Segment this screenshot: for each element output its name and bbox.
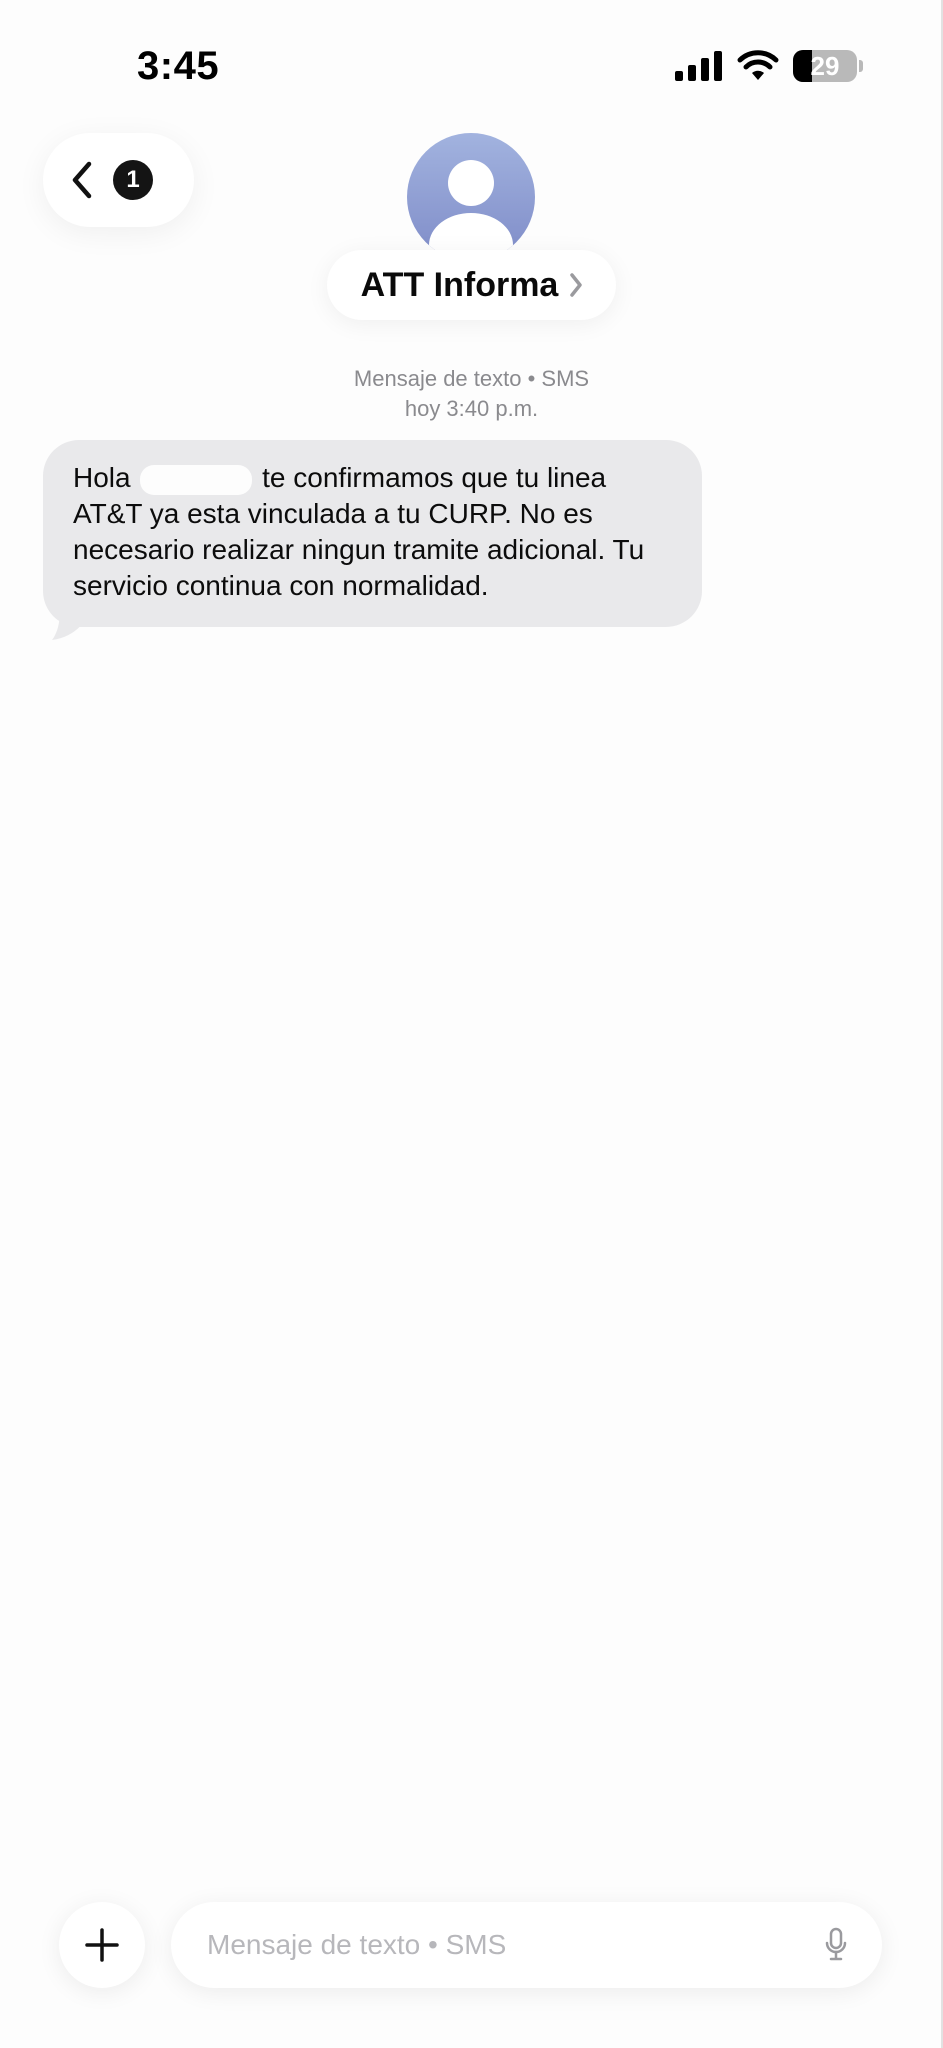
incoming-message-bubble[interactable]: Hola te confirmamos que tu linea AT&T ya… — [43, 440, 702, 627]
message-text: Hola te confirmamos que tu linea AT&T ya… — [73, 460, 672, 604]
message-composer[interactable] — [171, 1902, 882, 1988]
bubble-tail — [52, 608, 84, 640]
contact-avatar[interactable] — [407, 133, 535, 261]
cellular-signal-icon — [675, 51, 722, 81]
plus-icon — [85, 1928, 119, 1962]
microphone-icon[interactable] — [824, 1927, 848, 1963]
message-input[interactable] — [205, 1928, 824, 1962]
contact-avatar-icon — [429, 160, 513, 261]
messages-screen: 3:45 29 1 ATT Informa Mensaje de texto •… — [0, 0, 943, 2048]
add-attachment-button[interactable] — [59, 1902, 145, 1988]
status-icons: 29 — [675, 50, 863, 82]
message-text-start: Hola — [73, 462, 131, 493]
battery-cap — [859, 60, 863, 72]
message-timestamp: hoy 3:40 p.m. — [404, 396, 539, 421]
service-label: Mensaje de texto • SMS — [353, 366, 590, 391]
status-time: 3:45 — [137, 44, 220, 88]
back-button[interactable]: 1 — [43, 133, 194, 227]
battery-icon: 29 — [793, 50, 857, 82]
redaction-scribble — [140, 464, 253, 495]
unread-count-badge: 1 — [113, 160, 153, 200]
wifi-icon — [737, 50, 779, 80]
battery-level: 29 — [810, 51, 840, 81]
contact-name: ATT Informa — [360, 265, 559, 304]
chevron-left-icon — [72, 161, 92, 199]
chevron-right-icon — [570, 273, 583, 297]
contact-name-button[interactable]: ATT Informa — [327, 250, 616, 320]
